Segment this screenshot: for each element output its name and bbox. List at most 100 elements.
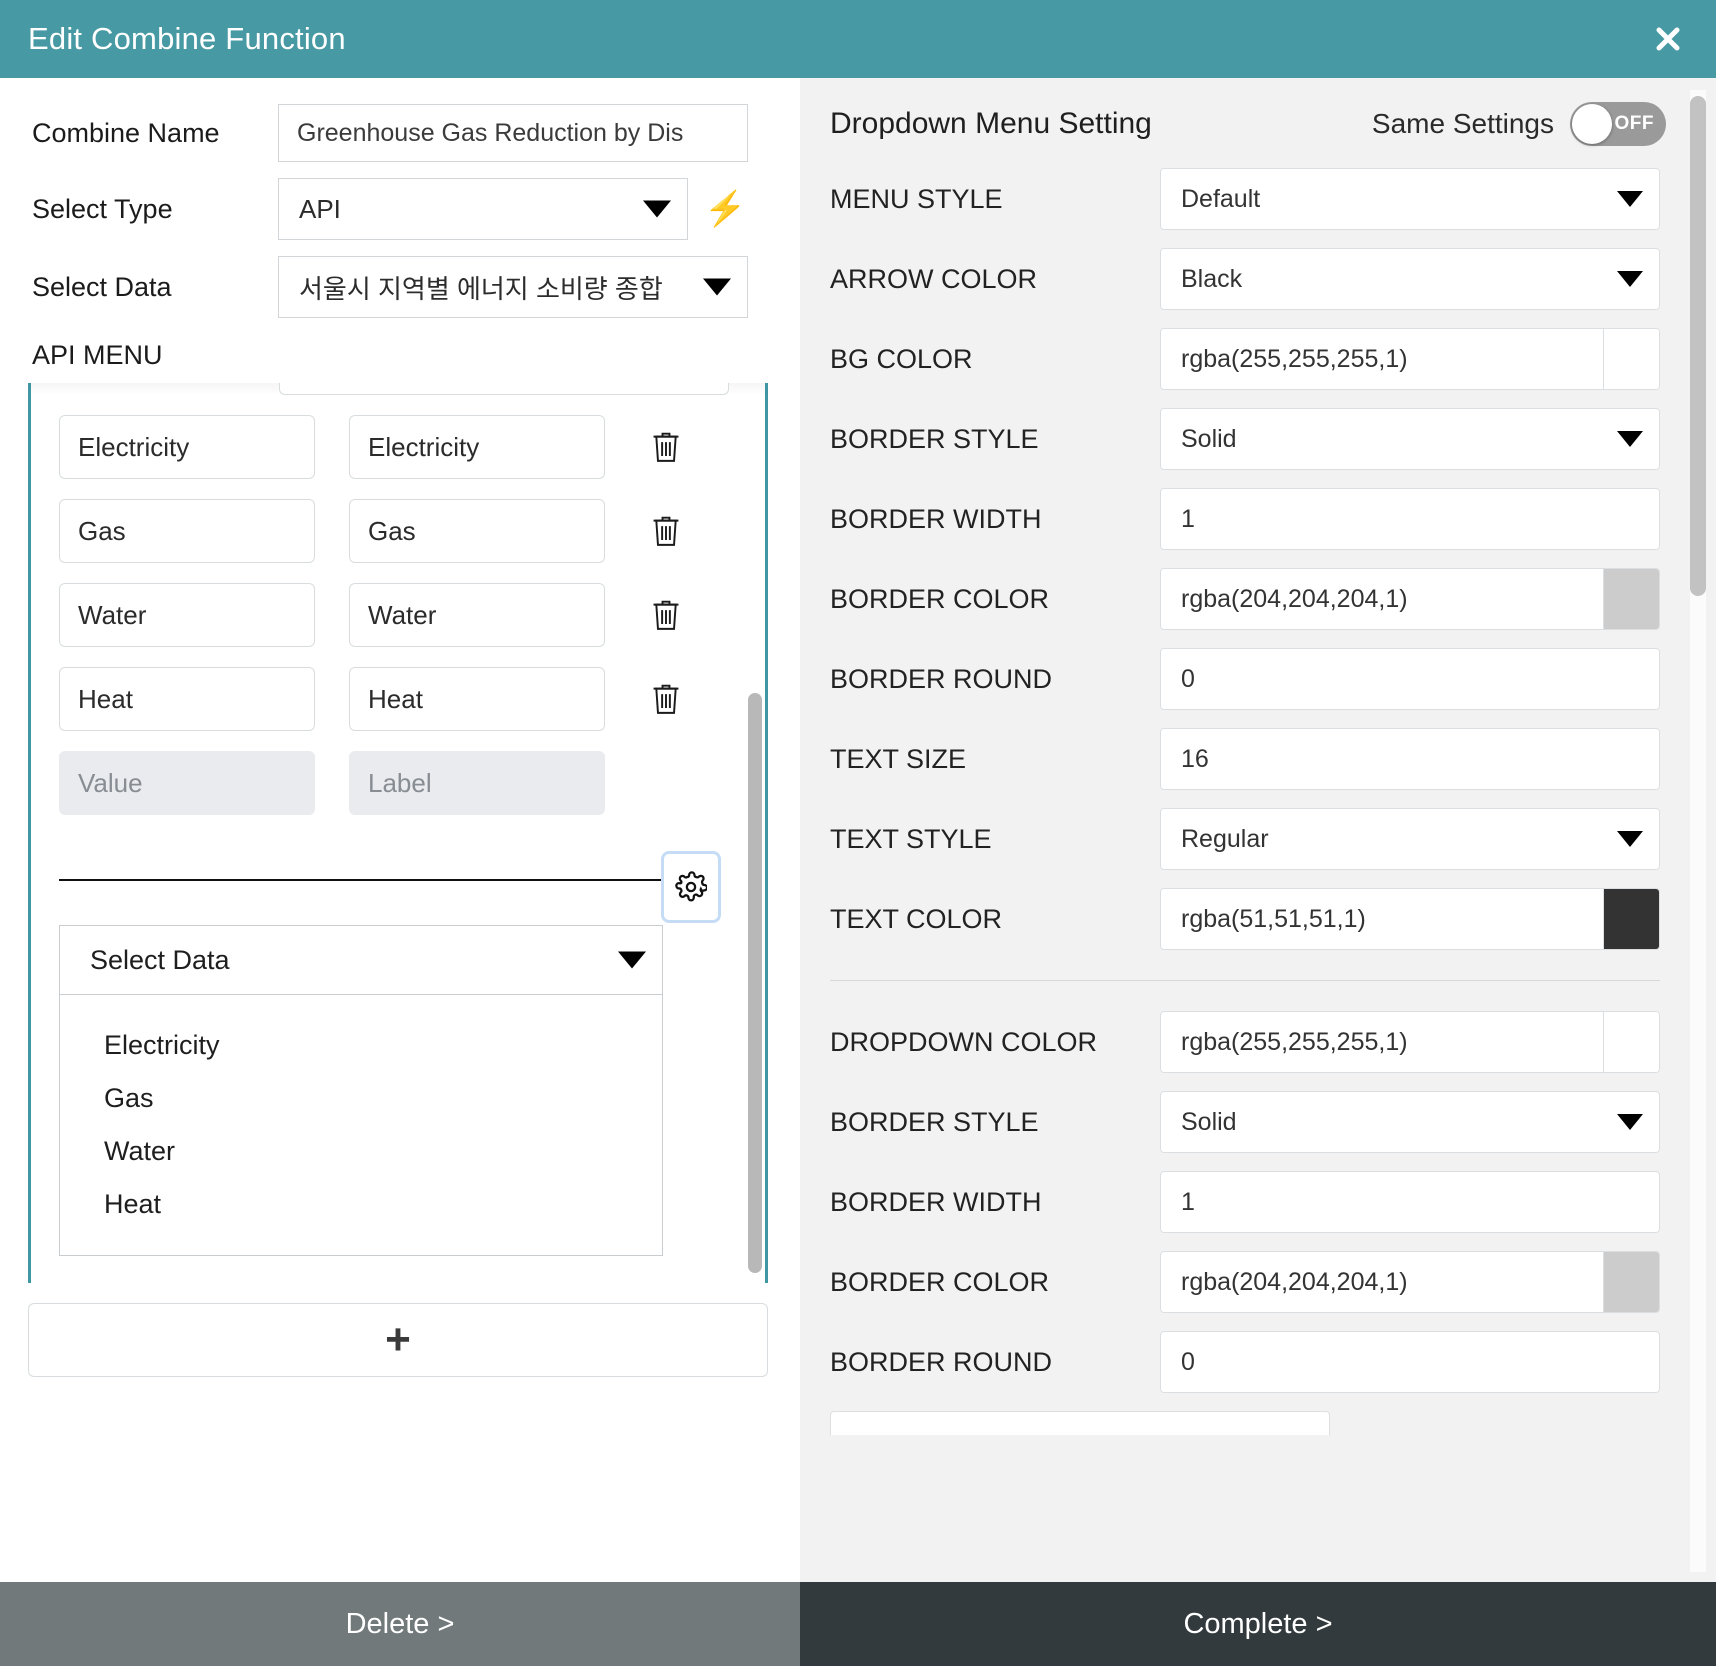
select-type-dropdown[interactable]: API (278, 178, 688, 240)
select-data-dropdown[interactable]: 서울시 지역별 에너지 소비량 종합 (278, 256, 748, 318)
pair-value-input[interactable]: Water (59, 583, 315, 647)
api-menu-scrollbar-thumb[interactable] (748, 693, 762, 1273)
sub-select-data-dropdown[interactable]: Select Data (59, 925, 663, 995)
same-settings-label: Same Settings (1371, 108, 1554, 139)
setting-row: BG COLOR rgba(255,255,255,1) (830, 328, 1686, 390)
delete-row-icon[interactable] (643, 508, 689, 554)
settings-group-dropdown: DROPDOWN COLOR rgba(255,255,255,1) BORDE… (830, 1011, 1686, 1393)
settings-header: Dropdown Menu Setting Same Settings OFF (830, 102, 1686, 146)
clipped-field[interactable] (830, 1411, 1330, 1435)
delete-button[interactable]: Delete > (0, 1582, 800, 1666)
same-settings-toggle[interactable]: OFF (1570, 102, 1666, 146)
pair-label-input[interactable]: Heat (349, 667, 605, 731)
gear-icon[interactable] (661, 851, 721, 923)
setting-color-input[interactable]: rgba(51,51,51,1) (1160, 888, 1660, 950)
api-pair-list: Electricity Electricity Gas Gas Water Wa… (59, 415, 747, 731)
setting-color-input[interactable]: rgba(255,255,255,1) (1160, 328, 1660, 390)
pair-value-input[interactable]: Gas (59, 499, 315, 563)
setting-value: Solid (1181, 1107, 1237, 1136)
api-pair-row: Electricity Electricity (59, 415, 747, 479)
chevron-down-icon (643, 200, 671, 218)
color-swatch[interactable] (1603, 1012, 1659, 1072)
setting-row: BORDER ROUND 0 (830, 1331, 1686, 1393)
setting-key: TEXT STYLE (830, 823, 992, 854)
pair-label-input[interactable]: Water (349, 583, 605, 647)
setting-text-input[interactable]: 0 (1160, 648, 1660, 710)
dialog-footer: Delete > Complete > (0, 1582, 1716, 1666)
setting-select[interactable]: Black (1160, 248, 1660, 310)
color-swatch[interactable] (1603, 329, 1659, 389)
setting-row: BORDER WIDTH 1 (830, 488, 1686, 550)
combine-name-row: Combine Name Greenhouse Gas Reduction by… (32, 104, 768, 162)
edit-combine-function-dialog: Edit Combine Function Combine Name Green… (0, 0, 1716, 1666)
color-swatch[interactable] (1603, 569, 1659, 629)
setting-select[interactable]: Default (1160, 168, 1660, 230)
setting-value: rgba(204,204,204,1) (1181, 584, 1408, 613)
setting-key: BORDER COLOR (830, 583, 1050, 614)
sub-select-option[interactable]: Gas (60, 1072, 662, 1125)
setting-value: Default (1181, 184, 1261, 213)
toggle-state-label: OFF (1614, 113, 1654, 134)
chevron-down-icon (618, 951, 646, 969)
left-panel: Combine Name Greenhouse Gas Reduction by… (0, 78, 800, 1582)
setting-value: 0 (1181, 1347, 1195, 1376)
select-data-value: 서울시 지역별 에너지 소비량 종합 (299, 273, 663, 304)
settings-scrollbar-thumb[interactable] (1690, 96, 1706, 596)
settings-panel: Dropdown Menu Setting Same Settings OFF … (800, 78, 1716, 1582)
new-value-input[interactable]: Value (59, 751, 315, 815)
dialog-titlebar: Edit Combine Function (0, 0, 1716, 78)
pair-value-input[interactable]: Heat (59, 667, 315, 731)
setting-key: BORDER STYLE (830, 1106, 1039, 1137)
delete-row-icon[interactable] (643, 424, 689, 470)
sub-select-option[interactable]: Electricity (60, 1019, 662, 1072)
chevron-down-icon (1617, 431, 1643, 447)
setting-value: Black (1181, 264, 1243, 293)
setting-select[interactable]: Solid (1160, 1091, 1660, 1153)
settings-scrollbar-track[interactable] (1690, 90, 1706, 1572)
sub-select-option[interactable]: Water (60, 1125, 662, 1178)
color-swatch[interactable] (1603, 889, 1659, 949)
setting-value: rgba(204,204,204,1) (1181, 1267, 1408, 1296)
setting-key: BORDER COLOR (830, 1266, 1050, 1297)
sub-select-option[interactable]: Heat (60, 1178, 662, 1231)
pair-label-input[interactable]: Gas (349, 499, 605, 563)
section-divider (59, 879, 663, 881)
delete-row-icon[interactable] (643, 592, 689, 638)
combine-name-label: Combine Name (32, 117, 220, 148)
sub-select-option-list: Electricity Gas Water Heat (59, 995, 663, 1256)
setting-value: 0 (1181, 664, 1195, 693)
api-menu-scroll-region: Electricity Electricity Gas Gas Water Wa… (28, 383, 768, 1283)
close-icon[interactable] (1648, 19, 1688, 59)
api-menu-heading: API MENU (32, 340, 163, 370)
setting-key: TEXT COLOR (830, 903, 1003, 934)
chevron-down-icon (1617, 1114, 1643, 1130)
setting-text-input[interactable]: 1 (1160, 488, 1660, 550)
setting-value: rgba(255,255,255,1) (1181, 344, 1408, 373)
dialog-body: Combine Name Greenhouse Gas Reduction by… (0, 78, 1716, 1582)
complete-button[interactable]: Complete > (800, 1582, 1716, 1666)
setting-text-input[interactable]: 1 (1160, 1171, 1660, 1233)
lightning-bolt-icon[interactable]: ⚡ (704, 192, 746, 226)
setting-row: BORDER COLOR rgba(204,204,204,1) (830, 568, 1686, 630)
combine-name-input[interactable]: Greenhouse Gas Reduction by Dis (278, 104, 748, 162)
setting-color-input[interactable]: rgba(204,204,204,1) (1160, 1251, 1660, 1313)
pair-value-input[interactable]: Electricity (59, 415, 315, 479)
setting-select[interactable]: Solid (1160, 408, 1660, 470)
color-swatch[interactable] (1603, 1252, 1659, 1312)
dialog-title: Edit Combine Function (28, 21, 346, 56)
setting-select[interactable]: Regular (1160, 808, 1660, 870)
setting-row: ARROW COLOR Black (830, 248, 1686, 310)
setting-color-input[interactable]: rgba(204,204,204,1) (1160, 568, 1660, 630)
setting-color-input[interactable]: rgba(255,255,255,1) (1160, 1011, 1660, 1073)
pair-label-input[interactable]: Electricity (349, 415, 605, 479)
chevron-down-icon (1617, 191, 1643, 207)
setting-text-input[interactable]: 16 (1160, 728, 1660, 790)
add-pair-button[interactable]: + (28, 1303, 768, 1377)
select-data-row: Select Data 서울시 지역별 에너지 소비량 종합 (32, 256, 768, 318)
new-label-input[interactable]: Label (349, 751, 605, 815)
setting-value: 16 (1181, 744, 1209, 773)
setting-text-input[interactable]: 0 (1160, 1331, 1660, 1393)
chevron-down-icon (1617, 831, 1643, 847)
select-type-label: Select Type (32, 193, 173, 224)
delete-row-icon[interactable] (643, 676, 689, 722)
